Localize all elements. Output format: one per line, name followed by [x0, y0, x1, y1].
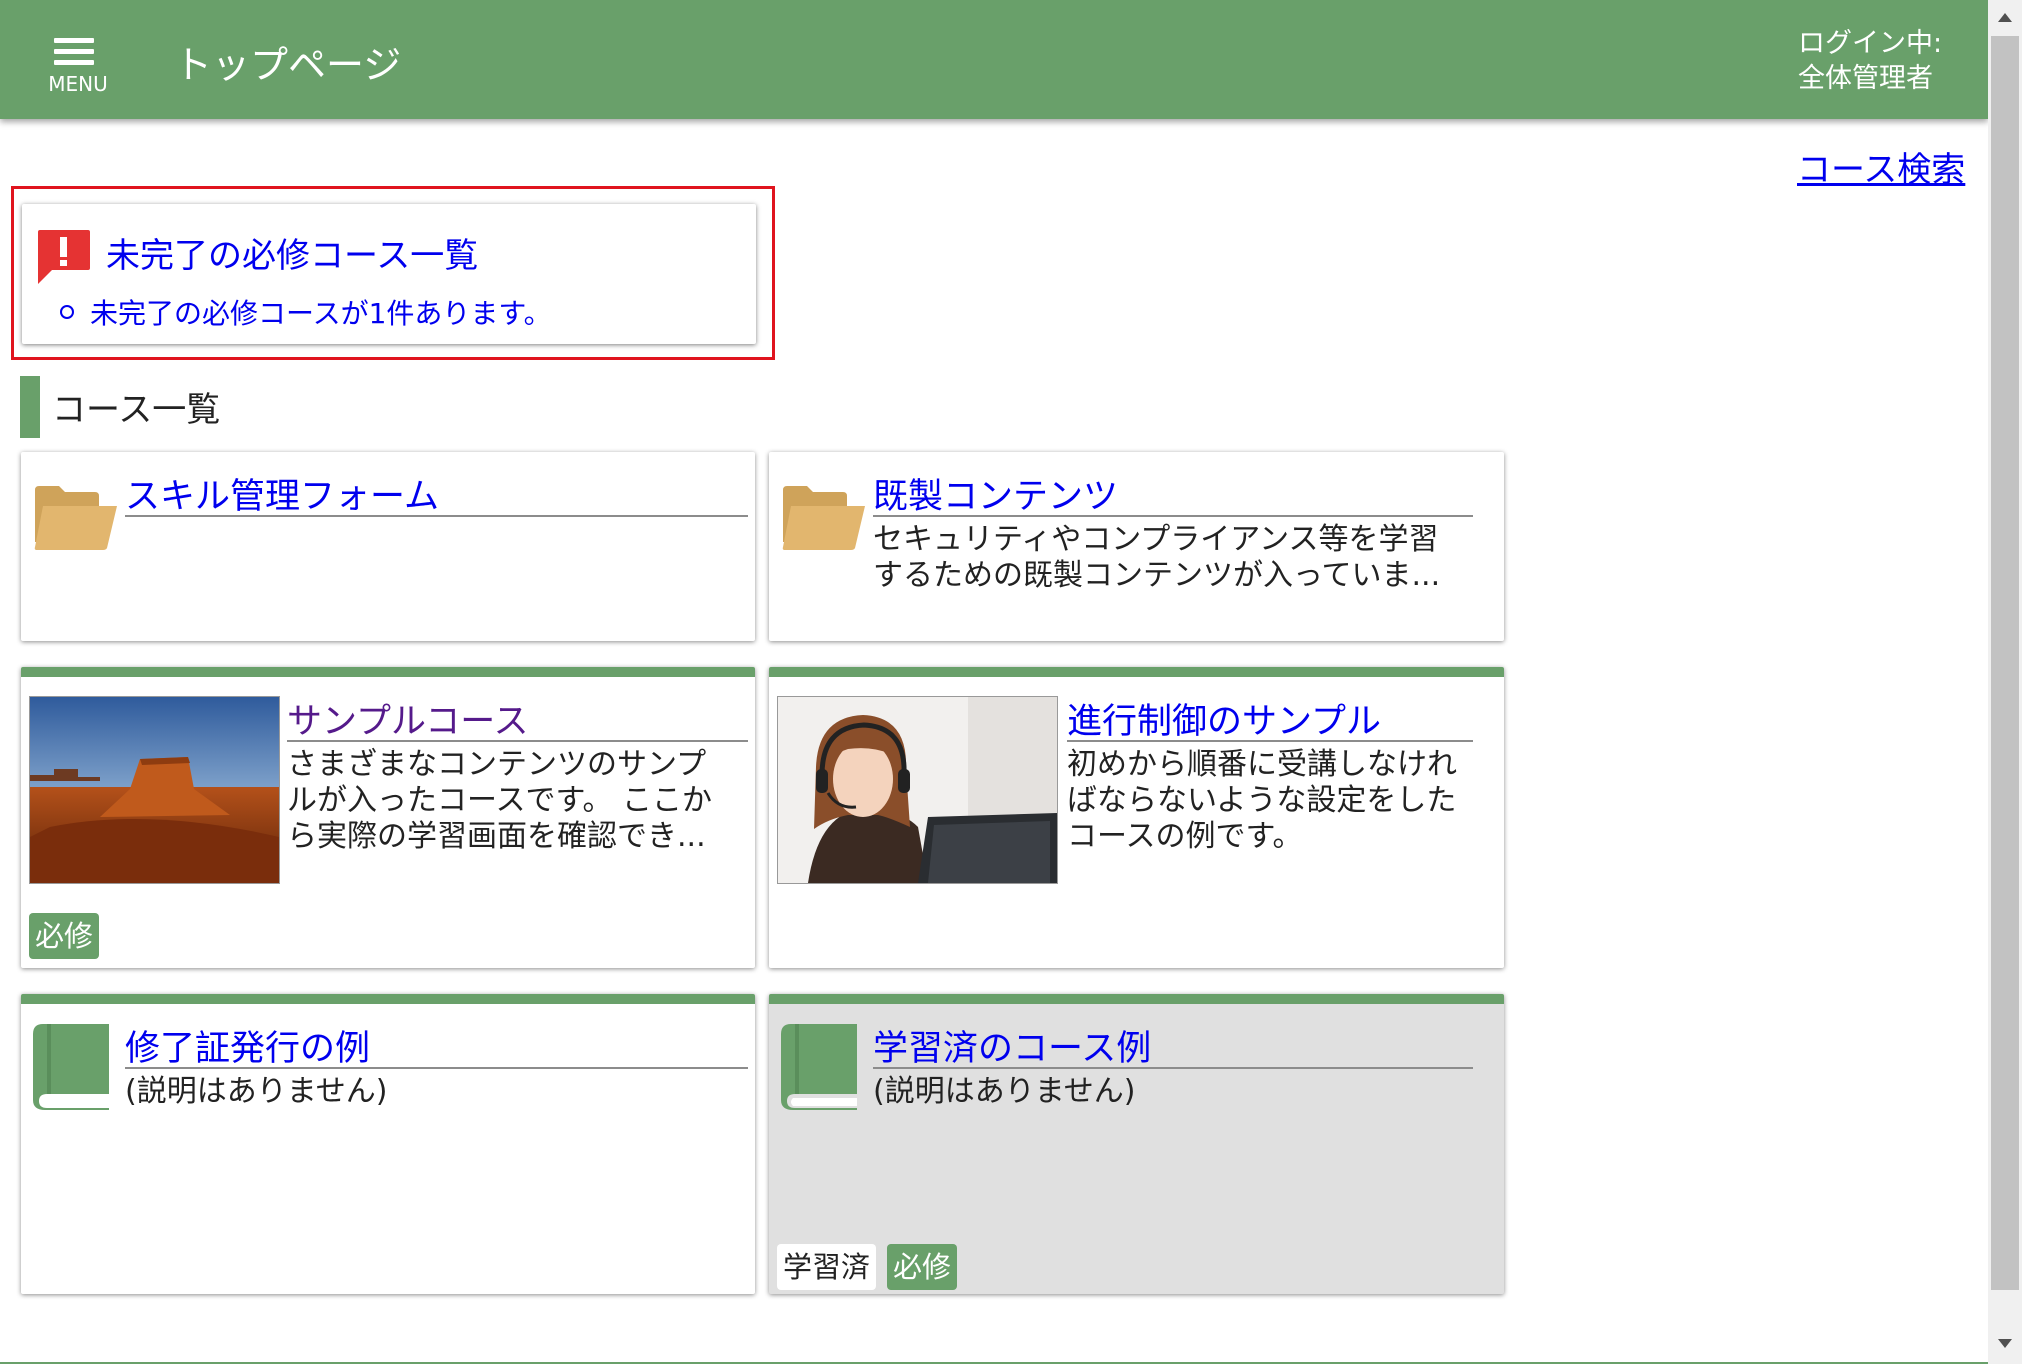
- card-title-link[interactable]: サンプルコース: [287, 693, 529, 744]
- card-accent-bar: [769, 994, 1504, 1004]
- scroll-down-button[interactable]: [1988, 1326, 2022, 1362]
- required-badge: 必修: [887, 1244, 958, 1290]
- course-folder-card[interactable]: 既製コンテンツ セキュリティやコンプライアンス等を学習 するための既製コンテンツ…: [769, 452, 1504, 641]
- course-thumbnail: [777, 696, 1058, 884]
- title-divider: [125, 515, 748, 517]
- folder-icon: [34, 486, 117, 550]
- required-course-alert: 未完了の必修コース一覧 未完了の必修コースが1件あります。: [22, 204, 756, 344]
- description-line: ばならないような設定をした: [1067, 783, 1457, 818]
- arrow-down-icon: [1998, 1339, 2012, 1348]
- section-title: コース一覧: [52, 390, 221, 430]
- bullet-icon: [60, 305, 74, 319]
- exclamation-speech-bubble-icon: [38, 230, 90, 284]
- alert-title-link[interactable]: 未完了の必修コース一覧: [106, 228, 478, 277]
- card-description: さまざまなコンテンツのサンプ ルが入ったコースです。 ここか ら実際の学習画面を…: [287, 747, 747, 855]
- course-thumbnail: [29, 696, 280, 884]
- course-card[interactable]: 進行制御のサンプル 初めから順番に受講しなけれ ばならないような設定をした コー…: [769, 667, 1504, 968]
- description-line: コースの例です。: [1067, 819, 1303, 854]
- card-description: (説明はありません): [873, 1074, 1136, 1109]
- description-line: さまざまなコンテンツのサンプ: [287, 747, 707, 782]
- card-description: 初めから順番に受講しなけれ ばならないような設定をした コースの例です。: [1067, 747, 1487, 855]
- book-icon: [781, 1024, 857, 1110]
- card-accent-bar: [21, 994, 755, 1004]
- description-line: するための既製コンテンツが入っていま...: [873, 558, 1441, 593]
- title-divider: [873, 1067, 1473, 1069]
- scrollbar-thumb[interactable]: [1991, 36, 2019, 1290]
- login-user-name: 全体管理者: [1798, 63, 1933, 94]
- card-title-link[interactable]: 修了証発行の例: [125, 1020, 370, 1071]
- hamburger-icon-line: [54, 60, 94, 65]
- hamburger-icon-line: [54, 49, 94, 54]
- top-bar: MENU トップページ ログイン中: 全体管理者: [0, 0, 1988, 119]
- vertical-scrollbar[interactable]: [1988, 0, 2022, 1364]
- title-divider: [1067, 740, 1473, 742]
- card-accent-bar: [21, 667, 755, 677]
- course-folder-card[interactable]: スキル管理フォーム: [21, 452, 755, 641]
- title-divider: [873, 515, 1473, 517]
- card-description: セキュリティやコンプライアンス等を学習 するための既製コンテンツが入っていま..…: [873, 522, 1493, 594]
- folder-icon: [782, 486, 865, 550]
- title-divider: [287, 740, 748, 742]
- card-accent-bar: [769, 667, 1504, 677]
- card-title-link[interactable]: 既製コンテンツ: [873, 468, 1118, 519]
- alert-message-link[interactable]: 未完了の必修コースが1件あります。: [60, 292, 552, 332]
- description-line: ら実際の学習画面を確認でき...: [287, 819, 706, 854]
- course-card-completed[interactable]: 学習済のコース例 (説明はありません) 学習済 必修: [769, 994, 1504, 1294]
- scroll-up-button[interactable]: [1988, 0, 2022, 36]
- card-title-link[interactable]: 進行制御のサンプル: [1067, 693, 1381, 744]
- card-title-link[interactable]: 学習済のコース例: [873, 1020, 1151, 1071]
- description-line: セキュリティやコンプライアンス等を学習: [873, 522, 1439, 557]
- hamburger-icon: [54, 38, 94, 43]
- login-status-label: ログイン中:: [1798, 28, 1943, 59]
- alert-message-text: 未完了の必修コースが1件あります。: [90, 297, 552, 330]
- description-line: 初めから順番に受講しなけれ: [1067, 747, 1457, 782]
- woman-with-headset-photo: [778, 697, 1057, 883]
- description-line: ルが入ったコースです。 ここか: [287, 783, 713, 818]
- arrow-up-icon: [1998, 13, 2012, 22]
- course-card[interactable]: サンプルコース さまざまなコンテンツのサンプ ルが入ったコースです。 ここか ら…: [21, 667, 755, 968]
- completed-badge: 学習済: [777, 1244, 877, 1290]
- desert-mesa-photo: [30, 697, 279, 883]
- required-badge: 必修: [29, 913, 100, 959]
- course-search-link[interactable]: コース検索: [1797, 142, 1965, 191]
- card-description: (説明はありません): [125, 1074, 388, 1109]
- menu-label: MENU: [48, 72, 108, 96]
- course-card[interactable]: 修了証発行の例 (説明はありません): [21, 994, 755, 1294]
- card-title-link[interactable]: スキル管理フォーム: [125, 468, 439, 519]
- section-marker: [20, 376, 40, 438]
- title-divider: [125, 1067, 748, 1069]
- book-icon: [33, 1024, 109, 1110]
- page-title: トップページ: [174, 43, 402, 87]
- menu-button[interactable]: MENU: [40, 28, 116, 98]
- login-status: ログイン中: 全体管理者: [1798, 26, 1968, 96]
